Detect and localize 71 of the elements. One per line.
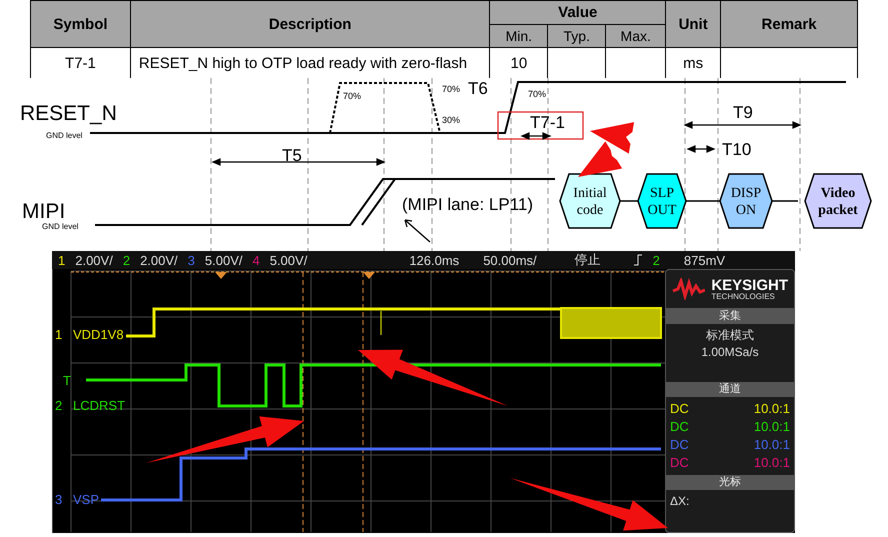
probe-ratio: 10.0:1 xyxy=(754,454,790,472)
interval-label: T10 xyxy=(722,140,752,159)
delay-reading: 126.0ms xyxy=(409,252,460,268)
threshold-label: 30% xyxy=(442,115,460,125)
channel-scale: 5.00V/ xyxy=(204,252,242,268)
brand-name: KEYSIGHT xyxy=(711,278,788,292)
lane-note: (MIPI lane: LP11) xyxy=(402,195,534,214)
channel-scale: 2.00V/ xyxy=(75,252,113,268)
column-header: Min. xyxy=(490,24,548,48)
channel-number: 4 xyxy=(252,252,260,268)
interval-label: T9 xyxy=(733,103,753,122)
channel-number: 3 xyxy=(188,252,195,268)
ground-label: GND level xyxy=(42,222,78,231)
trigger-marker: T xyxy=(63,374,71,388)
channel-number: 1 xyxy=(55,328,62,342)
column-header: Typ. xyxy=(548,24,606,48)
timebase-reading: 50.00ms/ xyxy=(483,252,537,268)
column-header: Unit xyxy=(666,0,721,48)
pointer-arrow xyxy=(404,219,431,243)
threshold-label: 70% xyxy=(442,84,460,94)
panel-text: ΔX: xyxy=(670,493,690,510)
probe-ratio: 10.0:1 xyxy=(754,418,790,436)
annotation-arrow xyxy=(590,122,634,154)
channel-number: 2 xyxy=(55,399,62,413)
interval-label: T7-1 xyxy=(530,113,565,132)
column-header: Symbol xyxy=(30,0,130,48)
channel-number: 2 xyxy=(122,252,130,268)
channel-number: 3 xyxy=(55,493,62,507)
signal-label: RESET_N xyxy=(20,102,117,125)
column-header: Max. xyxy=(606,24,666,48)
packet-hexagon: SLP OUT xyxy=(637,173,687,229)
packet-hexagon: DISP ON xyxy=(719,173,773,229)
brand-subtitle: TECHNOLOGIES xyxy=(711,292,776,300)
panel-text: 标准模式 xyxy=(706,327,754,344)
ground-label: GND level xyxy=(46,131,82,140)
interval-label: T6 xyxy=(468,79,488,98)
trigger-marker-icon xyxy=(215,272,375,279)
coupling-label: DC xyxy=(670,400,689,418)
section-header: 采集 xyxy=(666,309,794,324)
coupling-label: DC xyxy=(670,454,689,472)
table-cell: T7-1 xyxy=(30,48,130,78)
trigger-channel: 2 xyxy=(652,252,660,268)
probe-ratio: 10.0:1 xyxy=(754,400,790,418)
signal-label: MIPI xyxy=(22,200,66,223)
channel-number: 1 xyxy=(58,252,66,268)
threshold-label: 70% xyxy=(528,89,546,99)
run-status: 停止 xyxy=(574,251,601,269)
panel-text: 1.00MSa/s xyxy=(701,344,759,361)
trace-label: VSP xyxy=(73,493,100,507)
trigger-edge-icon xyxy=(632,254,643,266)
annotation-arrow xyxy=(578,141,622,177)
coupling-label: DC xyxy=(670,418,689,436)
trace-label: LCDRST xyxy=(73,399,126,413)
trace-label: VDD1V8 xyxy=(73,328,124,342)
channel-scale: 2.00V/ xyxy=(140,252,178,268)
column-header: Value xyxy=(490,0,666,24)
interval-label: T5 xyxy=(282,146,302,165)
dimension-arrow xyxy=(686,145,716,153)
probe-ratio: 10.0:1 xyxy=(754,436,790,454)
column-header: Remark xyxy=(720,0,858,48)
section-header: 光标 xyxy=(666,475,794,490)
threshold-label: 70% xyxy=(343,91,362,101)
packet-hexagon: Initial code xyxy=(559,173,621,229)
trigger-level: 875mV xyxy=(684,252,726,268)
dimension-arrow xyxy=(520,132,552,140)
waveform-logo-icon xyxy=(672,278,706,300)
packet-hexagon: Video packet xyxy=(804,173,872,229)
column-header: Description xyxy=(130,0,490,48)
channel-scale: 5.00V/ xyxy=(270,252,308,268)
coupling-label: DC xyxy=(670,436,689,454)
section-header: 通道 xyxy=(666,382,794,397)
